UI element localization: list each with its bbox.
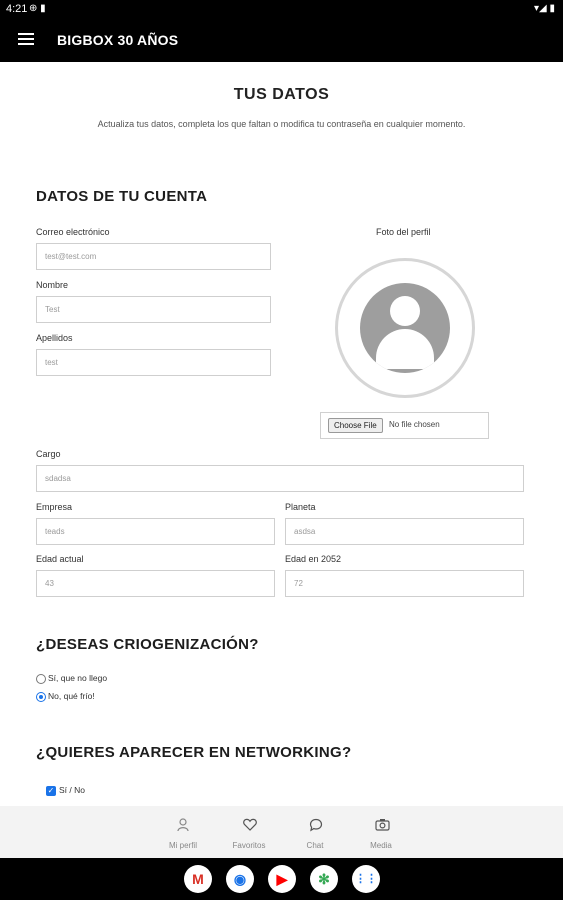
cargo-label: Cargo [36, 449, 61, 459]
gmail-icon[interactable]: M [184, 865, 212, 893]
radio-si[interactable] [36, 674, 46, 684]
app-title: BIGBOX 30 AÑOS [57, 32, 179, 48]
networking-checkbox-label: Sí / No [59, 785, 85, 795]
page-subtitle: Actualiza tus datos, completa los que fa… [97, 119, 466, 129]
status-notification-icons: ⊕ ▮ [29, 3, 46, 14]
app-bar: BIGBOX 30 AÑOS [0, 18, 563, 62]
cargo-field[interactable]: sdadsa [36, 465, 524, 492]
email-field[interactable]: test@test.com [36, 243, 271, 270]
account-section-heading: DATOS DE TU CUENTA [36, 188, 208, 205]
edad-actual-field[interactable]: 43 [36, 570, 275, 597]
bottom-nav: Mi perfil Favoritos Chat Media [0, 806, 563, 858]
radio-no-label: No, qué frío! [48, 691, 95, 701]
choose-file-button[interactable]: Choose File [328, 418, 383, 433]
nombre-field[interactable]: Test [36, 296, 271, 323]
nav-media[interactable]: Media [351, 806, 411, 858]
nav-chat[interactable]: Chat [285, 806, 345, 858]
planeta-field[interactable]: asdsa [285, 518, 524, 545]
avatar-placeholder-icon [360, 283, 450, 373]
nav-mi-perfil-label: Mi perfil [168, 841, 197, 850]
status-bar: 4:21 ⊕ ▮ ▾◢ ▮ [0, 0, 563, 18]
status-system-icons: ▾◢ ▮ [534, 3, 555, 14]
heart-icon [243, 818, 257, 831]
empresa-label: Empresa [36, 502, 73, 512]
chrome-icon[interactable]: ◉ [226, 865, 254, 893]
nombre-label: Nombre [36, 280, 69, 290]
hamburger-menu-icon[interactable] [18, 33, 34, 47]
nav-favoritos-label: Favoritos [232, 841, 266, 850]
planeta-label: Planeta [285, 502, 316, 512]
page-title: TUS DATOS [233, 86, 330, 103]
nav-mi-perfil[interactable]: Mi perfil [153, 806, 213, 858]
apps-icon[interactable]: ⋮⋮ [352, 865, 380, 893]
email-label: Correo electrónico [36, 227, 110, 237]
foto-label: Foto del perfil [376, 227, 431, 237]
youtube-icon[interactable]: ▶ [268, 865, 296, 893]
nav-chat-label: Chat [306, 841, 324, 850]
radio-no[interactable] [36, 692, 46, 702]
system-dock: M ◉ ▶ ✻ ⋮⋮ [0, 858, 563, 900]
status-time: 4:21 [6, 3, 28, 15]
nav-media-label: Media [370, 841, 392, 850]
photos-icon[interactable]: ✻ [310, 865, 338, 893]
edad-2052-label: Edad en 2052 [285, 554, 342, 564]
radio-si-label: Sí, que no llego [48, 673, 108, 683]
file-status: No file chosen [389, 420, 440, 429]
person-icon [177, 818, 189, 832]
apellidos-label: Apellidos [36, 333, 73, 343]
networking-checkbox[interactable]: ✓ [46, 786, 56, 796]
chat-icon [309, 818, 323, 832]
empresa-field[interactable]: teads [36, 518, 275, 545]
networking-section-heading: ¿QUIERES APARECER EN NETWORKING? [36, 744, 352, 761]
edad-actual-label: Edad actual [36, 554, 84, 564]
profile-photo [335, 258, 475, 398]
crio-section-heading: ¿DESEAS CRIOGENIZACIÓN? [36, 636, 259, 653]
apellidos-field[interactable]: test [36, 349, 271, 376]
camera-icon [375, 819, 390, 831]
edad-2052-field[interactable]: 72 [285, 570, 524, 597]
nav-favoritos[interactable]: Favoritos [219, 806, 279, 858]
file-input: Choose File No file chosen [320, 412, 489, 439]
